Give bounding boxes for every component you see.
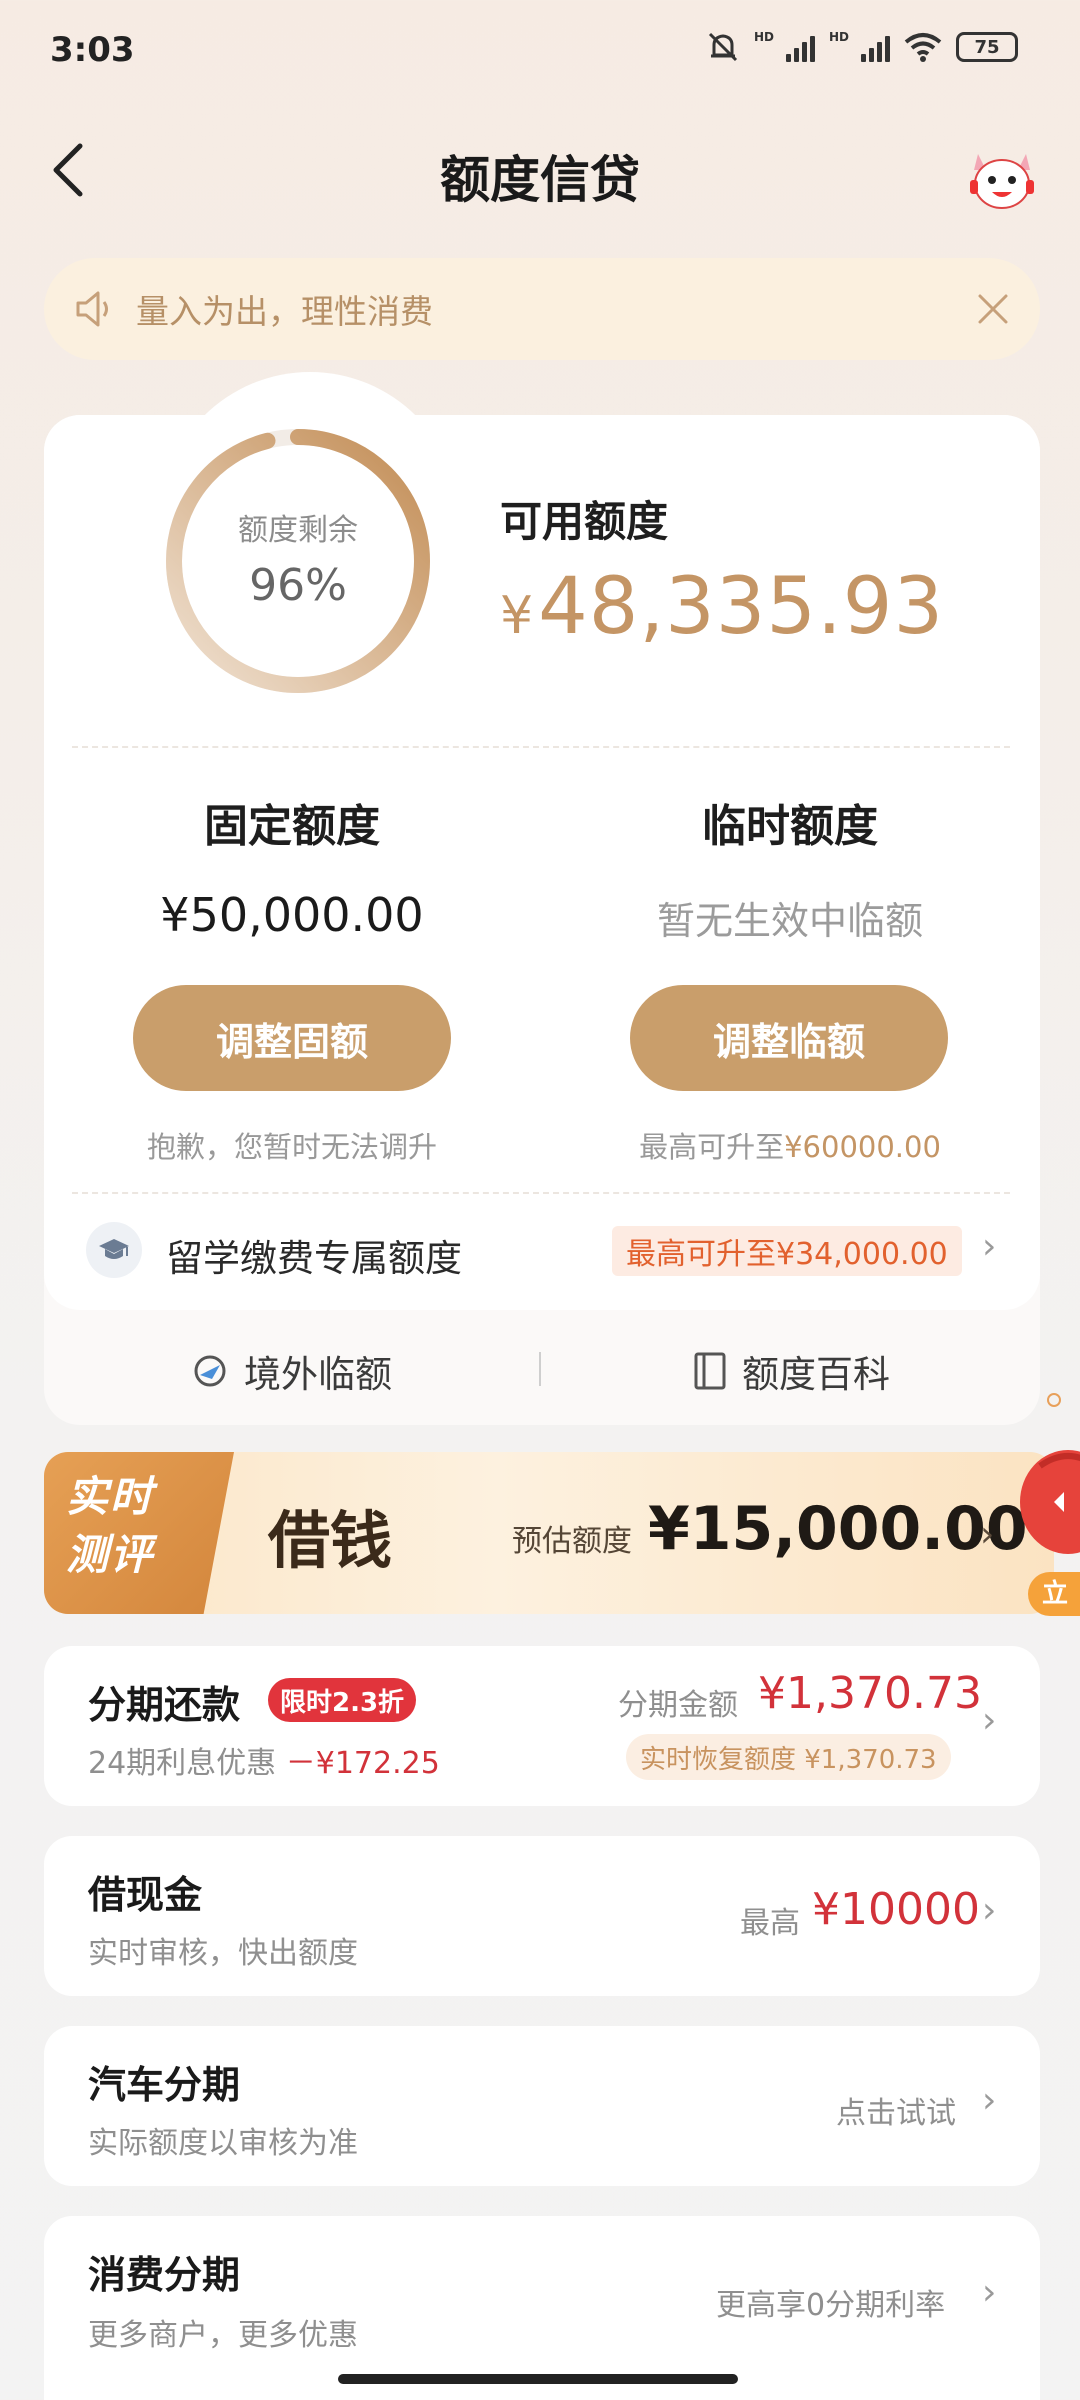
floating-promo-gift-icon[interactable]: 立 bbox=[1018, 1392, 1080, 1622]
installment-title: 分期还款 bbox=[88, 1683, 241, 1727]
temp-sub-prefix: 最高可升至 bbox=[639, 1130, 785, 1164]
hd-label-2: HD bbox=[828, 30, 849, 44]
installment-sub-prefix: 24期利息优惠 bbox=[88, 1746, 277, 1781]
installment-sub-discount: －¥172.25 bbox=[285, 1746, 440, 1781]
mute-bell-icon bbox=[708, 32, 738, 62]
chevron-right-icon: › bbox=[982, 2272, 997, 2313]
fixed-credit-amount: ¥50,000.00 bbox=[160, 888, 424, 942]
signal-icon-1 bbox=[785, 32, 815, 62]
close-icon[interactable] bbox=[976, 292, 1010, 326]
credit-wiki-label: 额度百科 bbox=[742, 1353, 890, 1396]
badge-line-1: 实时 bbox=[66, 1472, 155, 1521]
hd-label-1: HD bbox=[753, 30, 774, 44]
borrow-cash-max-label: 最高 bbox=[740, 1906, 800, 1941]
book-icon bbox=[694, 1352, 726, 1390]
consumer-installment-promo: 更高享0分期利率 bbox=[716, 2288, 946, 2323]
borrow-title: 借钱 bbox=[268, 1504, 393, 1577]
realtime-eval-text: 实时 测评 bbox=[66, 1468, 206, 1584]
borrow-cash-title: 借现金 bbox=[88, 1873, 203, 1917]
borrow-cash-max-amount: ¥10000 bbox=[812, 1884, 980, 1935]
estimated-credit-label: 预估额度 bbox=[512, 1524, 632, 1559]
available-currency: ¥ bbox=[500, 586, 535, 646]
credit-wiki-link[interactable]: 额度百科 bbox=[692, 1344, 890, 1398]
overseas-temp-credit-label: 境外临额 bbox=[244, 1353, 392, 1396]
consumer-installment-subtext: 更多商户，更多优惠 bbox=[88, 2318, 358, 2353]
fixed-credit-subtext: 抱歉，您暂时无法调升 bbox=[146, 1130, 437, 1164]
limited-discount-tag: 限时2.3折 bbox=[268, 1678, 417, 1722]
status-time: 3:03 bbox=[50, 30, 135, 70]
customer-service-mascot-icon[interactable] bbox=[964, 140, 1040, 216]
floating-promo-text: 立 bbox=[1042, 1578, 1068, 1609]
speaker-icon bbox=[76, 291, 108, 327]
remaining-label: 额度剩余 bbox=[238, 513, 358, 548]
wifi-icon bbox=[904, 33, 942, 62]
adjust-temp-button[interactable]: 调整临额 bbox=[630, 985, 948, 1091]
chevron-right-icon: › bbox=[980, 1514, 995, 1555]
notice-bar: 量入为出，理性消费 bbox=[44, 258, 1040, 360]
available-credit-label: 可用额度 bbox=[500, 497, 669, 546]
remaining-percent: 96% bbox=[249, 560, 347, 611]
temp-sub-amount: ¥60000.00 bbox=[784, 1130, 941, 1164]
divider bbox=[72, 746, 1010, 748]
home-indicator[interactable] bbox=[338, 2374, 738, 2384]
chevron-right-icon: › bbox=[982, 1700, 997, 1741]
study-credit-label[interactable]: 留学缴费专属额度 bbox=[166, 1228, 462, 1282]
notice-text: 量入为出，理性消费 bbox=[136, 292, 433, 331]
status-icons: HD HD 75 bbox=[706, 30, 1018, 64]
available-amount: 48,335.93 bbox=[538, 562, 945, 652]
plane-globe-icon bbox=[194, 1355, 226, 1387]
temp-credit-subtext: 最高可升至¥60000.00 bbox=[590, 1124, 990, 1166]
badge-line-2: 测评 bbox=[66, 1530, 155, 1579]
overseas-temp-credit-link[interactable]: 境外临额 bbox=[190, 1344, 392, 1398]
consumer-installment-title: 消费分期 bbox=[88, 2253, 241, 2297]
chevron-right-icon[interactable]: › bbox=[982, 1226, 996, 1267]
installment-amount-label: 分期金额 bbox=[618, 1688, 738, 1723]
chevron-right-icon: › bbox=[982, 1890, 997, 1931]
installment-amount: ¥1,370.73 bbox=[758, 1668, 982, 1719]
estimated-credit-amount: ¥15,000.00 bbox=[648, 1494, 1028, 1564]
adjust-fixed-button[interactable]: 调整固额 bbox=[133, 985, 451, 1091]
graduation-cap-icon bbox=[86, 1222, 142, 1278]
divider bbox=[72, 1192, 1010, 1194]
battery-icon: 75 bbox=[956, 32, 1018, 62]
recover-credit-tag: 实时恢复额度 ¥1,370.73 bbox=[626, 1734, 951, 1780]
car-installment-subtext: 实际额度以审核为准 bbox=[88, 2126, 358, 2161]
temp-credit-note: 暂无生效中临额 bbox=[656, 899, 923, 943]
fixed-credit-title: 固定额度 bbox=[204, 801, 380, 852]
installment-subtext: 24期利息优惠 －¥172.25 bbox=[88, 1738, 440, 1782]
available-credit-value: ¥48,335.93 bbox=[500, 562, 944, 652]
signal-icon-2 bbox=[861, 32, 890, 62]
divider bbox=[539, 1352, 541, 1386]
car-installment-action: 点击试试 bbox=[836, 2096, 956, 2131]
borrow-cash-subtext: 实时审核，快出额度 bbox=[88, 1936, 358, 1971]
car-installment-title: 汽车分期 bbox=[88, 2063, 241, 2107]
page-title: 额度信贷 bbox=[440, 151, 640, 209]
study-credit-tag: 最高可升至¥34,000.00 bbox=[612, 1226, 962, 1276]
chevron-right-icon: › bbox=[982, 2080, 997, 2121]
temp-credit-title: 临时额度 bbox=[702, 801, 878, 852]
